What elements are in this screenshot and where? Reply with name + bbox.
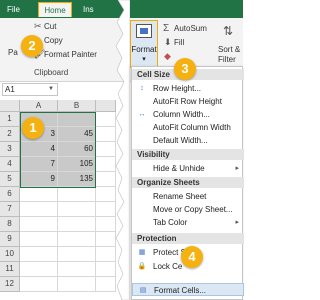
menu-item-move-copy-sheet[interactable]: Move or Copy Sheet... — [132, 203, 244, 216]
chevron-down-icon: ▾ — [142, 56, 146, 63]
menu-item-autofit-row-height[interactable]: AutoFit Row Height — [132, 95, 244, 108]
step-badge-2: 2 — [21, 35, 43, 57]
cell-b[interactable]: 45 — [58, 127, 96, 142]
menu-item-column-width[interactable]: ↔ Column Width... — [132, 108, 244, 121]
cell-b[interactable] — [58, 262, 96, 277]
menu-item-label: Rename Sheet — [153, 192, 207, 201]
cell-b[interactable] — [58, 247, 96, 262]
row-header[interactable]: 7 — [0, 202, 20, 217]
tab-insert[interactable]: Ins — [80, 2, 97, 17]
cell-a[interactable] — [20, 202, 58, 217]
menu-item-row-height[interactable]: ↕ Row Height... — [132, 82, 244, 95]
menu-item-label: Row Height... — [153, 84, 202, 93]
filter-label[interactable]: Filter — [218, 55, 236, 64]
protect-sheet-icon: ▦ — [138, 249, 146, 256]
autosum-icon[interactable]: Σ — [163, 23, 169, 34]
row-header[interactable]: 9 — [0, 232, 20, 247]
row-header[interactable]: 12 — [0, 277, 20, 292]
cell-b[interactable] — [58, 217, 96, 232]
menu-item-label: AutoFit Row Height — [153, 97, 222, 106]
sort-filter-icon[interactable]: ⇅ — [223, 24, 233, 38]
menu-item-label: Tab Color — [153, 218, 188, 227]
menu-item-label: Default Width... — [153, 136, 208, 145]
column-header-b[interactable]: B — [58, 100, 96, 112]
cell-b[interactable] — [58, 112, 96, 127]
lock-icon: 🔒 — [137, 263, 147, 270]
menu-item-label: Format Cells... — [154, 286, 207, 295]
chevron-right-icon: ▸ — [235, 219, 239, 226]
format-cells-icon: ▤ — [139, 287, 147, 294]
menu-item-default-width[interactable]: Default Width... — [132, 134, 244, 147]
cell-a[interactable] — [20, 247, 58, 262]
cut-button[interactable]: Cut — [44, 22, 56, 31]
cell-b[interactable] — [58, 187, 96, 202]
cell-b[interactable]: 105 — [58, 157, 96, 172]
cell-a[interactable] — [20, 277, 58, 292]
paste-button[interactable]: Pa — [8, 48, 18, 57]
row-header[interactable]: 5 — [0, 172, 20, 187]
cell-a[interactable] — [20, 232, 58, 247]
step-badge-3: 3 — [174, 58, 196, 80]
cell-b[interactable] — [58, 277, 96, 292]
cell-b[interactable] — [58, 232, 96, 247]
menu-header-organize-sheets: Organize Sheets — [132, 177, 244, 188]
fill-icon[interactable]: ⬇ — [164, 37, 172, 48]
tab-file[interactable]: File — [4, 2, 23, 17]
cell-b[interactable]: 135 — [58, 172, 96, 187]
cell-a[interactable]: 9 — [20, 172, 58, 187]
menu-item-label: AutoFit Column Width — [153, 123, 231, 132]
cell-b[interactable] — [58, 202, 96, 217]
row-height-icon: ↕ — [140, 85, 144, 92]
row-header[interactable]: 10 — [0, 247, 20, 262]
step-badge-4: 4 — [181, 246, 203, 268]
name-box-dropdown-icon[interactable]: ▼ — [48, 86, 54, 92]
row-header[interactable]: 2 — [0, 127, 20, 142]
row-header[interactable]: 4 — [0, 157, 20, 172]
menu-item-label: Hide & Unhide — [153, 164, 205, 173]
cut-icon[interactable]: ✂ — [34, 21, 42, 32]
format-button-label: Format — [131, 45, 157, 54]
cell-a[interactable] — [20, 187, 58, 202]
clipboard-group-label: Clipboard — [34, 68, 69, 77]
row-header[interactable]: 8 — [0, 217, 20, 232]
column-width-icon: ↔ — [138, 111, 146, 118]
clear-icon[interactable]: ◆ — [164, 51, 171, 62]
cell-a[interactable] — [20, 262, 58, 277]
menu-item-rename-sheet[interactable]: Rename Sheet — [132, 190, 244, 203]
menu-item-label: Column Width... — [153, 110, 210, 119]
format-cells-icon — [136, 24, 152, 38]
torn-edge-divider — [115, 0, 130, 300]
format-painter-button[interactable]: Format Painter — [44, 50, 97, 59]
select-all-corner[interactable] — [0, 100, 20, 112]
autosum-button[interactable]: AutoSum — [174, 24, 207, 33]
menu-item-hide-unhide[interactable]: Hide & Unhide ▸ — [132, 162, 244, 175]
cell-a[interactable]: 7 — [20, 157, 58, 172]
step-badge-1: 1 — [22, 117, 44, 139]
column-header-a[interactable]: A — [20, 100, 58, 112]
menu-item-label: Lock Ce — [153, 262, 183, 271]
row-header[interactable]: 11 — [0, 262, 20, 277]
menu-header-visibility: Visibility — [132, 149, 244, 160]
tab-home[interactable]: Home — [38, 2, 72, 17]
sort-filter-label[interactable]: Sort & — [218, 45, 240, 54]
cell-b[interactable]: 60 — [58, 142, 96, 157]
row-header[interactable]: 3 — [0, 142, 20, 157]
menu-header-protection: Protection — [132, 233, 244, 244]
row-header[interactable]: 1 — [0, 112, 20, 127]
menu-item-tab-color[interactable]: Tab Color ▸ — [132, 216, 244, 229]
copy-button[interactable]: Copy — [44, 36, 63, 45]
fill-button[interactable]: Fill — [174, 38, 184, 47]
menu-item-label: Move or Copy Sheet... — [153, 205, 233, 214]
chevron-right-icon: ▸ — [235, 165, 239, 172]
row-header[interactable]: 6 — [0, 187, 20, 202]
menu-item-autofit-column-width[interactable]: AutoFit Column Width — [132, 121, 244, 134]
cell-a[interactable]: 4 — [20, 142, 58, 157]
menu-item-format-cells[interactable]: ▤ Format Cells... — [132, 283, 244, 296]
cell-a[interactable] — [20, 217, 58, 232]
format-button[interactable]: Format ▾ — [130, 20, 158, 68]
